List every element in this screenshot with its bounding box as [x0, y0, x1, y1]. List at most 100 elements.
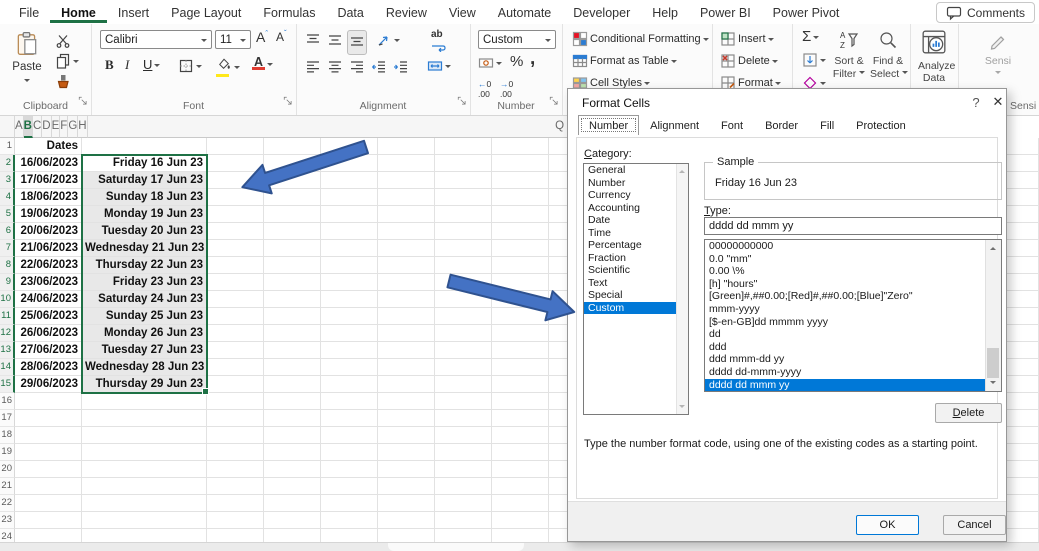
cell-a[interactable]: 27/06/2023 — [15, 342, 82, 359]
row-header[interactable]: 16 — [0, 393, 15, 410]
cell-empty[interactable] — [321, 308, 378, 325]
cell-empty[interactable] — [321, 138, 378, 155]
cell-empty[interactable] — [378, 325, 435, 342]
sort-filter-button[interactable]: A Z Sort & Filter — [832, 30, 866, 80]
cell-empty[interactable] — [264, 223, 321, 240]
cell-b[interactable]: Friday 23 Jun 23 — [82, 274, 207, 291]
cell-empty[interactable] — [207, 495, 264, 512]
cell-empty[interactable] — [321, 223, 378, 240]
menu-tab[interactable]: Power BI — [689, 2, 762, 23]
cell-empty[interactable] — [264, 393, 321, 410]
align-center-button[interactable] — [327, 59, 343, 80]
cell-empty[interactable] — [435, 376, 492, 393]
cell-empty[interactable] — [1004, 291, 1039, 308]
cell-empty[interactable] — [1004, 410, 1039, 427]
cell-empty[interactable] — [435, 189, 492, 206]
cell-empty[interactable] — [492, 495, 549, 512]
format-painter-button[interactable] — [55, 74, 71, 95]
align-middle-button[interactable] — [327, 32, 343, 53]
align-bottom-button[interactable] — [347, 30, 367, 55]
number-format-combobox[interactable]: Custom — [478, 30, 556, 49]
category-item[interactable]: Number — [584, 177, 676, 190]
borders-button[interactable] — [178, 58, 202, 74]
cell-empty[interactable] — [207, 172, 264, 189]
format-code-item[interactable]: dddd dd-mmm-yyyy — [705, 366, 986, 379]
cell-empty[interactable] — [1004, 257, 1039, 274]
dialog-tab[interactable]: Border — [754, 115, 809, 135]
cell-empty[interactable] — [435, 342, 492, 359]
cell-empty[interactable] — [207, 444, 264, 461]
cell-empty[interactable] — [1004, 478, 1039, 495]
cell-empty[interactable] — [435, 410, 492, 427]
sensitivity-button[interactable]: Sensi — [980, 30, 1016, 80]
cell-empty[interactable] — [378, 274, 435, 291]
cell-empty[interactable] — [378, 172, 435, 189]
cell-empty[interactable] — [264, 308, 321, 325]
cell-empty[interactable] — [435, 240, 492, 257]
cell-empty[interactable] — [492, 342, 549, 359]
comments-button[interactable]: Comments — [935, 2, 1035, 23]
cell-b[interactable]: Friday 16 Jun 23 — [82, 155, 207, 172]
cell-empty[interactable] — [207, 240, 264, 257]
cell-a[interactable] — [15, 495, 82, 512]
cell-b[interactable] — [82, 410, 207, 427]
row-header[interactable]: 12 — [0, 325, 15, 342]
cell-empty[interactable] — [207, 376, 264, 393]
cell-empty[interactable] — [207, 257, 264, 274]
alignment-dialog-launcher[interactable] — [457, 93, 467, 111]
cell-empty[interactable] — [435, 138, 492, 155]
cell-empty[interactable] — [207, 308, 264, 325]
row-header[interactable]: 4 — [0, 189, 15, 206]
cell-b[interactable]: Tuesday 27 Jun 23 — [82, 342, 207, 359]
row-header[interactable]: 13 — [0, 342, 15, 359]
cell-empty[interactable] — [492, 172, 549, 189]
horizontal-scrollbar[interactable] — [0, 542, 1039, 551]
category-item[interactable]: Custom — [584, 301, 676, 314]
cell-b[interactable]: Sunday 25 Jun 23 — [82, 308, 207, 325]
menu-tab[interactable]: Review — [375, 2, 438, 23]
cell-b[interactable] — [82, 393, 207, 410]
cell-empty[interactable] — [1004, 359, 1039, 376]
cancel-button[interactable]: Cancel — [943, 515, 1006, 535]
cell-a[interactable]: 28/06/2023 — [15, 359, 82, 376]
cell-empty[interactable] — [321, 240, 378, 257]
cell-empty[interactable] — [1004, 240, 1039, 257]
cell-empty[interactable] — [378, 393, 435, 410]
column-header[interactable]: C — [32, 115, 43, 138]
cell-empty[interactable] — [378, 257, 435, 274]
cell-a[interactable] — [15, 427, 82, 444]
dialog-tab[interactable]: Font — [710, 115, 754, 135]
decrease-decimal-button[interactable]: →0.00 — [500, 79, 513, 99]
column-header[interactable]: D — [42, 115, 52, 138]
format-code-item[interactable]: mmm-yyyy — [705, 303, 986, 316]
cell-empty[interactable] — [321, 342, 378, 359]
cell-empty[interactable] — [264, 376, 321, 393]
cell-empty[interactable] — [435, 427, 492, 444]
cell-b[interactable]: Tuesday 20 Jun 23 — [82, 223, 207, 240]
font-color-button[interactable]: A — [252, 56, 273, 70]
cell-empty[interactable] — [378, 342, 435, 359]
cell-empty[interactable] — [1004, 223, 1039, 240]
cell-b[interactable] — [82, 512, 207, 529]
cell-empty[interactable] — [321, 172, 378, 189]
category-item[interactable]: General — [584, 164, 676, 177]
orientation-button[interactable] — [376, 32, 400, 48]
cell-b[interactable]: Thursday 22 Jun 23 — [82, 257, 207, 274]
align-right-button[interactable] — [349, 59, 365, 80]
row-header[interactable]: 7 — [0, 240, 15, 257]
increase-indent-button[interactable] — [393, 59, 409, 80]
cell-empty[interactable] — [321, 427, 378, 444]
cell-empty[interactable] — [264, 342, 321, 359]
column-header[interactable]: B — [23, 115, 33, 138]
delete-cells-button[interactable]: Delete — [720, 53, 778, 69]
cell-empty[interactable] — [378, 206, 435, 223]
format-code-item[interactable]: [Green]#,##0.00;[Red]#,##0.00;[Blue]"Zer… — [705, 290, 986, 303]
menu-tab[interactable]: Data — [326, 2, 374, 23]
cell-empty[interactable] — [492, 461, 549, 478]
cell-empty[interactable] — [378, 155, 435, 172]
select-all-corner[interactable] — [0, 115, 15, 138]
cut-button[interactable] — [55, 33, 71, 54]
cell-empty[interactable] — [264, 257, 321, 274]
cell-empty[interactable] — [264, 274, 321, 291]
cell-empty[interactable] — [378, 376, 435, 393]
